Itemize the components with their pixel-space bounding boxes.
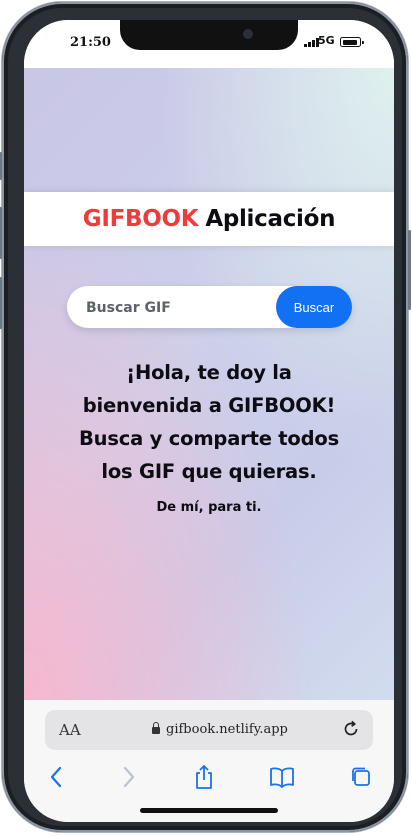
screen: 21:50 5G GIFBOOK Aplicación Buscar ¡Hola…	[24, 20, 394, 822]
network-label: 5G	[318, 34, 335, 47]
bookmarks-icon[interactable]	[269, 764, 295, 790]
search-bar: Buscar	[67, 286, 352, 330]
search-input[interactable]	[84, 286, 273, 330]
browser-nav	[24, 764, 394, 794]
lock-icon	[152, 722, 160, 734]
volume-down-button	[0, 277, 2, 329]
notch	[120, 20, 298, 50]
silent-switch	[0, 152, 2, 180]
welcome-message: ¡Hola, te doy la bienvenida a GIFBOOK! B…	[44, 356, 374, 488]
phone-frame: 21:50 5G GIFBOOK Aplicación Buscar ¡Hola…	[0, 2, 411, 832]
power-button	[408, 230, 411, 310]
status-time: 21:50	[70, 35, 111, 50]
battery-icon	[340, 37, 364, 47]
tabs-icon[interactable]	[348, 764, 374, 790]
status-bar: 21:50 5G	[24, 20, 394, 68]
address-bar[interactable]: AA gifbook.netlify.app	[45, 710, 373, 750]
welcome-line: bienvenida a GIFBOOK!	[82, 394, 336, 417]
welcome-line: los GIF que quieras.	[101, 460, 317, 483]
signal-icon	[304, 38, 319, 47]
volume-up-button	[0, 207, 2, 259]
home-indicator[interactable]	[140, 808, 278, 813]
brand-name: GIFBOOK	[82, 206, 199, 232]
browser-toolbar: AA gifbook.netlify.app	[24, 700, 394, 822]
app-header: GIFBOOK Aplicación	[24, 192, 394, 246]
reload-icon[interactable]	[341, 719, 361, 743]
url-text[interactable]: gifbook.netlify.app	[166, 722, 288, 737]
welcome-line: Busca y comparte todos	[79, 427, 339, 450]
search-button[interactable]: Buscar	[276, 286, 352, 328]
page-title: Aplicación	[205, 206, 336, 232]
share-icon[interactable]	[191, 764, 217, 790]
camera-icon	[243, 29, 253, 39]
reader-aa-button[interactable]: AA	[59, 721, 81, 739]
back-icon[interactable]	[43, 764, 69, 790]
welcome-subtitle: De mí, para ti.	[156, 500, 262, 515]
forward-icon[interactable]	[116, 764, 142, 790]
web-page: GIFBOOK Aplicación Buscar ¡Hola, te doy …	[24, 68, 394, 700]
welcome-line: ¡Hola, te doy la	[126, 361, 292, 384]
